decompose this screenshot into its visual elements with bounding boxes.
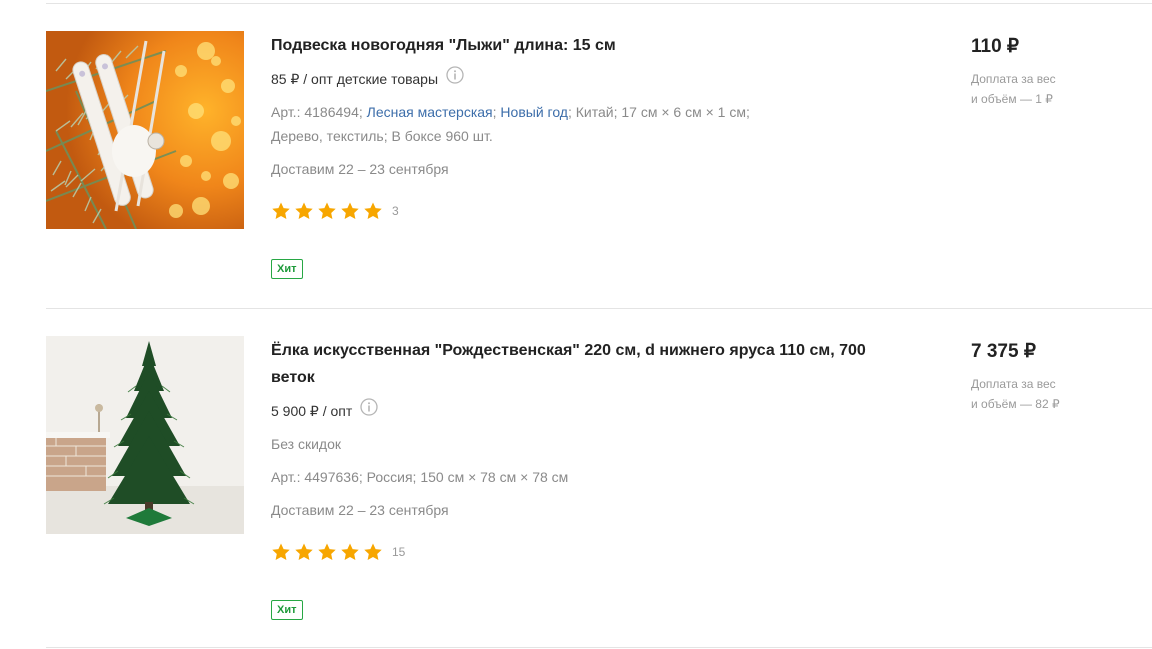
product-title[interactable]: Подвеска новогодняя "Лыжи" длина: 15 см <box>271 32 911 59</box>
weight-surcharge: Доплата за вес и объём — 1 ₽ <box>971 69 1101 109</box>
separator: ; <box>492 104 497 120</box>
specs-text: Китай; 17 см × 6 см × 1 см; <box>575 104 750 120</box>
star-icon <box>317 542 337 562</box>
rating-count[interactable]: 15 <box>392 545 405 559</box>
hit-badge: Хит <box>271 600 303 620</box>
divider <box>46 308 1152 309</box>
product-specs-line2: Дерево, текстиль; В боксе 960 шт. <box>271 128 493 144</box>
rating-count[interactable]: 3 <box>392 204 399 218</box>
wholesale-price-text: 85 ₽ / опт детские товары <box>271 71 439 87</box>
star-icon <box>340 542 360 562</box>
star-icon <box>340 201 360 221</box>
star-icon <box>294 201 314 221</box>
info-icon[interactable] <box>446 66 464 91</box>
product-image-ski-ornament[interactable] <box>46 31 244 229</box>
product-price: 110 ₽ <box>971 36 1020 57</box>
product-title[interactable]: Ёлка искусственная "Рождественская" 220 … <box>271 337 911 391</box>
product-card: Ёлка искусственная "Рождественская" 220 … <box>0 336 1152 626</box>
delivery-date: Доставим 22 – 23 сентября <box>271 502 449 518</box>
rating-stars[interactable]: 15 <box>271 542 405 562</box>
rating-stars[interactable]: 3 <box>271 201 399 221</box>
info-icon[interactable] <box>360 398 378 423</box>
product-price: 7 375 ₽ <box>971 341 1036 362</box>
star-icon <box>271 201 291 221</box>
brand-link[interactable]: Лесная мастерская <box>367 104 493 120</box>
product-specs: Арт.: 4186494; Лесная мастерская; Новый … <box>271 100 750 124</box>
star-icon <box>363 201 383 221</box>
surcharge-line: Доплата за вес <box>971 377 1056 391</box>
star-icon <box>294 542 314 562</box>
collection-link[interactable]: Новый год <box>500 104 568 120</box>
article-number: Арт.: 4186494; <box>271 104 363 120</box>
wholesale-price: 5 900 ₽ / опт <box>271 398 378 423</box>
divider <box>46 647 1152 648</box>
divider-top <box>46 3 1152 4</box>
star-icon <box>271 542 291 562</box>
product-image-christmas-tree[interactable] <box>46 336 244 534</box>
surcharge-line: и объём — 82 ₽ <box>971 397 1060 411</box>
wholesale-price-text: 5 900 ₽ / опт <box>271 403 353 419</box>
star-icon <box>317 201 337 221</box>
hit-badge: Хит <box>271 259 303 279</box>
surcharge-line: Доплата за вес <box>971 72 1056 86</box>
discount-note: Без скидок <box>271 436 341 452</box>
weight-surcharge: Доплата за вес и объём — 82 ₽ <box>971 374 1101 414</box>
product-specs: Арт.: 4497636; Россия; 150 см × 78 см × … <box>271 469 569 485</box>
star-icon <box>363 542 383 562</box>
separator: ; <box>567 104 572 120</box>
wholesale-price: 85 ₽ / опт детские товары <box>271 66 464 91</box>
surcharge-line: и объём — 1 ₽ <box>971 92 1053 106</box>
product-card: Подвеска новогодняя "Лыжи" длина: 15 см … <box>0 31 1152 291</box>
delivery-date: Доставим 22 – 23 сентября <box>271 161 449 177</box>
